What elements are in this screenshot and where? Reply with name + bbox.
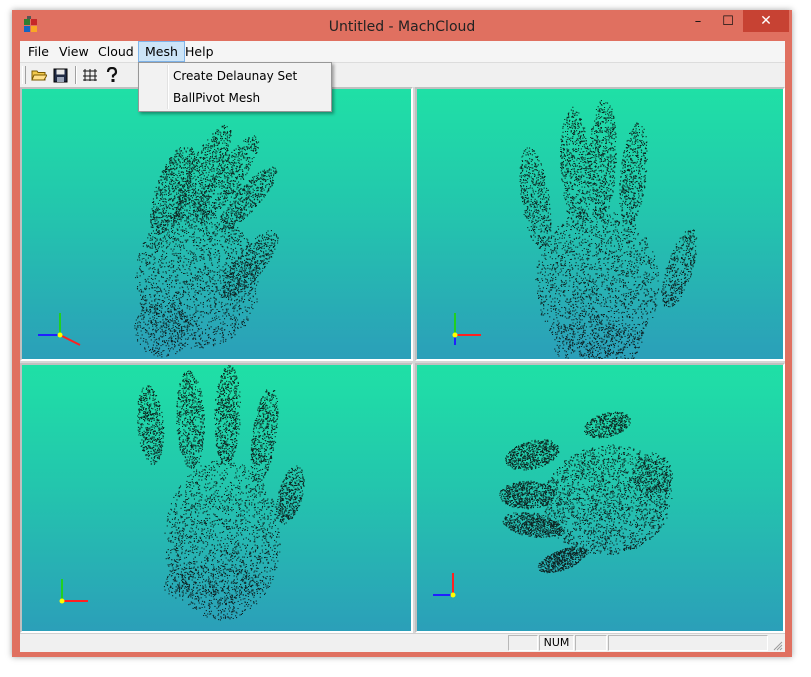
grid-cloud-icon	[82, 69, 97, 81]
point-cloud	[134, 124, 279, 358]
toolbar-grip[interactable]	[22, 66, 26, 84]
viewport-perspective[interactable]	[20, 87, 413, 361]
save-button[interactable]	[50, 65, 71, 85]
status-panel-num: NUM	[539, 635, 574, 651]
title-bar[interactable]: Untitled - MachCloud – ☐ ✕	[12, 10, 792, 40]
close-button[interactable]: ✕	[743, 10, 789, 32]
status-bar: NUM	[20, 633, 785, 652]
viewport-top[interactable]	[415, 363, 785, 633]
menu-mesh[interactable]: Mesh	[138, 41, 185, 62]
viewport-canvas	[452, 100, 698, 359]
status-panel-1	[508, 635, 538, 651]
minimize-button[interactable]: –	[684, 10, 712, 32]
menu-help[interactable]: Help	[179, 41, 220, 62]
open-folder-icon	[30, 70, 47, 81]
help-question-icon	[106, 67, 117, 82]
menu-bar: File View Cloud Mesh Help	[20, 41, 785, 63]
axis-gizmo-icon	[452, 313, 481, 345]
app-window: Untitled - MachCloud – ☐ ✕ File View Clo…	[12, 10, 792, 657]
toolbar	[20, 63, 785, 88]
axis-gizmo-icon	[38, 313, 81, 346]
viewport-canvas	[433, 411, 673, 598]
viewport-front[interactable]	[415, 87, 785, 361]
status-panel-3	[575, 635, 607, 651]
axis-gizmo-icon	[59, 579, 88, 604]
client-area: File View Cloud Mesh Help NUM	[20, 41, 785, 652]
grid-cloud-button[interactable]	[79, 65, 100, 85]
status-panel-4	[608, 635, 768, 651]
viewport-back[interactable]	[20, 363, 413, 633]
mesh-dropdown-menu: Create Delaunay Set BallPivot Mesh	[138, 62, 332, 112]
viewport-canvas	[59, 365, 305, 621]
help-button[interactable]	[101, 65, 122, 85]
menu-cloud[interactable]: Cloud	[92, 41, 140, 62]
point-cloud	[519, 100, 698, 359]
maximize-button[interactable]: ☐	[714, 10, 742, 32]
open-button[interactable]	[28, 65, 49, 85]
menu-item-ballpivot-mesh[interactable]: BallPivot Mesh	[141, 87, 329, 109]
point-cloud	[137, 365, 305, 621]
viewport-area	[20, 87, 785, 633]
viewport-canvas	[38, 124, 279, 358]
resize-grip-icon[interactable]	[771, 639, 783, 651]
point-cloud	[499, 411, 673, 574]
save-disk-icon	[53, 68, 68, 82]
menu-file[interactable]: File	[22, 41, 55, 62]
menu-view[interactable]: View	[53, 41, 95, 62]
menu-item-create-delaunay-set[interactable]: Create Delaunay Set	[141, 65, 329, 87]
window-title: Untitled - MachCloud	[328, 19, 476, 35]
axis-gizmo-icon	[433, 573, 456, 598]
toolbar-separator	[75, 66, 77, 84]
